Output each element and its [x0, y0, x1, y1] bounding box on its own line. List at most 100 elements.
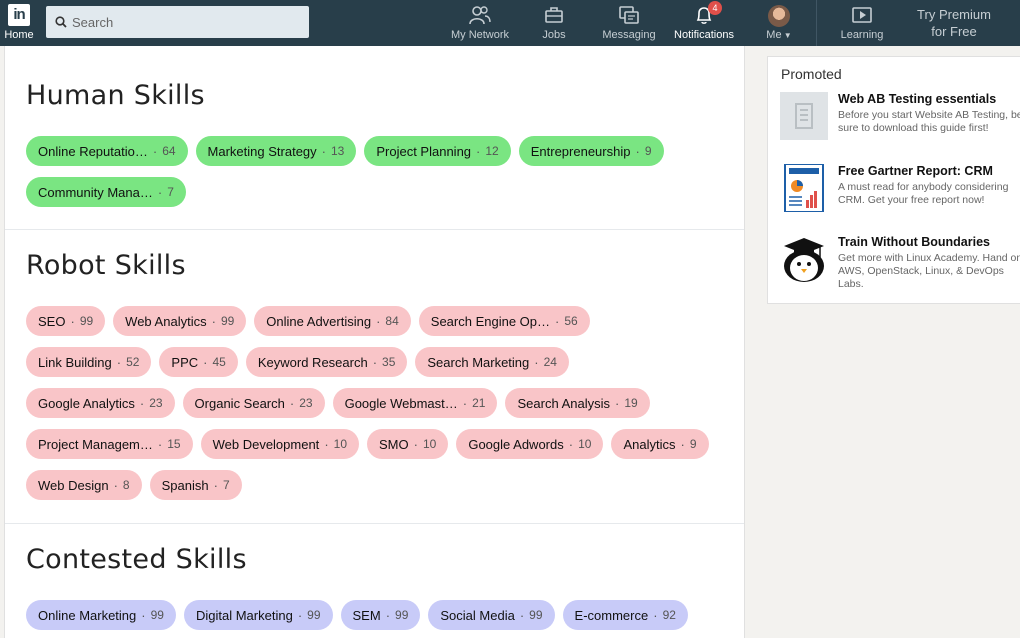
search-input[interactable] — [72, 6, 302, 38]
skill-chip[interactable]: Web Analytics · 99 — [113, 306, 247, 336]
home-label: Home — [4, 29, 34, 41]
skill-chip[interactable]: Search Analysis · 19 — [505, 388, 650, 418]
skill-name: PPC — [171, 354, 199, 370]
nav-jobs[interactable]: Jobs — [535, 5, 573, 45]
contested-skills-section: Contested Skills Online Marketing · 99 Digi… — [5, 524, 744, 638]
nav-notifications[interactable]: 4 Notifications — [668, 1, 740, 45]
skill-chip[interactable]: Keyword Research · 35 — [245, 347, 408, 377]
skill-chip[interactable]: Marketing Strategy · 13 — [195, 136, 357, 166]
skill-chip[interactable]: Digital Marketing · 99 — [183, 600, 333, 630]
skill-chip[interactable]: Spanish · 7 — [149, 470, 242, 500]
skill-name: Google Adwords — [468, 436, 564, 452]
section-title: Human Skills — [26, 80, 205, 111]
top-nav: in Home My Network Jobs — [0, 0, 1020, 46]
separator-dot: · — [534, 354, 539, 370]
nav-messaging[interactable]: Messaging — [600, 5, 658, 45]
promoted-ad[interactable]: Free Gartner Report: CRM A must read for… — [780, 164, 1020, 224]
skill-name: Community Mana… — [38, 184, 153, 200]
try-premium-link[interactable]: Try Premium for Free — [900, 6, 1008, 40]
separator-dot: · — [413, 436, 418, 452]
endorsement-count: 56 — [564, 314, 578, 328]
skill-chip[interactable]: Online Advertising · 84 — [254, 306, 411, 336]
nav-label: Jobs — [542, 29, 566, 41]
skill-chip[interactable]: Link Building · 52 — [26, 347, 152, 377]
endorsement-count: 52 — [126, 355, 140, 369]
promoted-ad[interactable]: Train Without Boundaries Get more with L… — [780, 235, 1020, 295]
endorsement-count: 99 — [79, 314, 94, 328]
endorsement-count: 19 — [624, 396, 638, 410]
skill-name: Web Development — [212, 436, 320, 452]
endorsement-count: 7 — [222, 478, 230, 492]
skill-name: Spanish — [161, 477, 209, 493]
separator-dot: · — [385, 607, 391, 623]
endorsement-count: 64 — [162, 144, 176, 158]
skill-chip[interactable]: Analytics · 9 — [611, 429, 709, 459]
skills-card: Human Skills Online Reputatio… · 64 Marketi… — [4, 46, 745, 638]
learning-icon — [852, 7, 872, 23]
promoted-title: Promoted — [781, 66, 842, 82]
nav-me[interactable]: Me ▼ — [760, 5, 798, 45]
section-title: Robot Skills — [26, 250, 186, 281]
skill-chip[interactable]: Google Webmast… · 21 — [332, 388, 498, 418]
skill-name: Keyword Research — [257, 354, 368, 370]
skill-chip[interactable]: Community Mana… · 7 — [26, 177, 186, 207]
network-icon — [469, 6, 491, 25]
separator-dot: · — [376, 313, 381, 329]
document-icon — [780, 92, 828, 140]
endorsement-count: 99 — [220, 314, 235, 328]
skill-chip[interactable]: Web Development · 10 — [200, 429, 360, 459]
skill-chip[interactable]: Search Marketing · 24 — [415, 347, 569, 377]
skill-chip[interactable]: SMO · 10 — [367, 429, 449, 459]
skill-chip[interactable]: Project Planning · 12 — [364, 136, 511, 166]
skill-chip[interactable]: Google Analytics · 23 — [26, 388, 175, 418]
ad-description: A must read for anybody considering CRM.… — [838, 181, 1009, 206]
ad-title: Train Without Boundaries — [838, 235, 990, 249]
robot-skills-section: Robot Skills SEO · 99 Web Analytics · 99 Onlin… — [5, 230, 744, 524]
skill-chip[interactable]: Social Media · 99 — [428, 600, 555, 630]
skill-chip[interactable]: Online Reputatio… · 64 — [26, 136, 188, 166]
promoted-ad[interactable]: Web AB Testing essentials Before you sta… — [780, 92, 1020, 152]
endorsement-count: 84 — [385, 314, 399, 328]
endorsement-count: 13 — [331, 144, 345, 158]
skill-name: SEO — [38, 313, 66, 329]
human-skills-section: Human Skills Online Reputatio… · 64 Marketi… — [5, 46, 744, 230]
skill-chip[interactable]: Organic Search · 23 — [182, 388, 325, 418]
separator-dot: · — [113, 477, 118, 493]
skill-chip[interactable]: Web Design · 8 — [26, 470, 142, 500]
separator-dot: · — [614, 395, 620, 411]
separator-dot: · — [157, 184, 163, 200]
separator-dot: · — [152, 143, 158, 159]
skill-chip-list: SEO · 99 Web Analytics · 99 Online Advertising… — [26, 306, 726, 511]
ad-description: Before you start Website AB Testing, be … — [838, 109, 1020, 134]
skill-chip[interactable]: Entrepreneurship · 9 — [518, 136, 664, 166]
separator-dot: · — [289, 395, 295, 411]
linkedin-logo-icon: in — [8, 4, 30, 26]
skill-name: SEM — [352, 607, 381, 623]
skill-chip[interactable]: PPC · 45 — [159, 347, 238, 377]
skill-name: Social Media — [440, 607, 515, 623]
section-title: Contested Skills — [26, 544, 247, 575]
skill-chip[interactable]: E-commerce · 92 — [562, 600, 688, 630]
search-box[interactable] — [46, 6, 309, 38]
skill-chip[interactable]: Project Managem… · 15 — [26, 429, 193, 459]
skill-chip[interactable]: SEM · 99 — [340, 600, 421, 630]
endorsement-count: 23 — [299, 396, 313, 410]
skill-name: Google Webmast… — [344, 395, 458, 411]
nav-my-network[interactable]: My Network — [448, 5, 512, 45]
home-link[interactable]: in Home — [4, 4, 34, 41]
skill-chip[interactable]: SEO · 99 — [26, 306, 106, 336]
avatar — [768, 5, 790, 27]
skill-chip[interactable]: Online Marketing · 99 — [26, 600, 176, 630]
skill-chip-list: Online Reputatio… · 64 Marketing Strategy · 1… — [26, 136, 726, 218]
endorsement-count: 10 — [578, 437, 592, 451]
skill-chip[interactable]: Google Adwords · 10 — [456, 429, 604, 459]
nav-learning[interactable]: Learning — [835, 5, 889, 45]
skill-name: Web Design — [38, 477, 109, 493]
skill-chip[interactable]: Search Engine Op… · 56 — [418, 306, 590, 336]
endorsement-count: 9 — [644, 144, 652, 158]
skill-name: SMO — [379, 436, 409, 452]
separator-dot: · — [70, 313, 75, 329]
separator-dot: · — [139, 395, 145, 411]
separator-dot: · — [653, 607, 658, 623]
skill-name: Online Advertising — [266, 313, 372, 329]
